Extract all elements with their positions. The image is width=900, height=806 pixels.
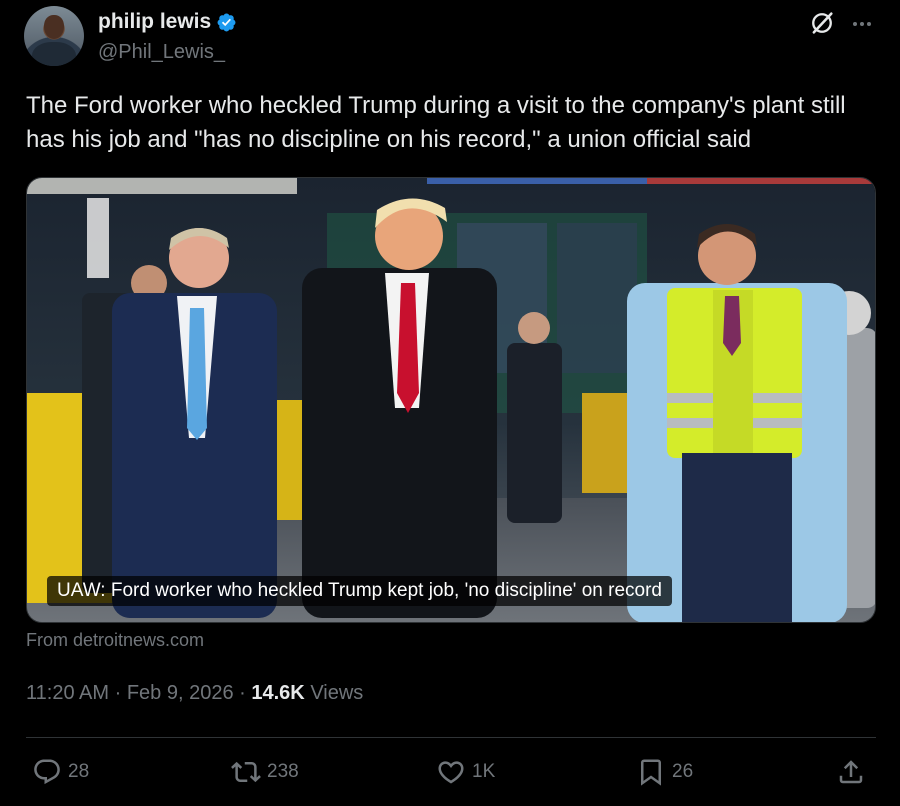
reply-icon	[34, 759, 60, 785]
repost-button[interactable]: 238	[231, 754, 299, 790]
tweet-meta: 11:20 AM · Feb 9, 2026 · 14.6K Views	[26, 682, 363, 705]
bookmark-button[interactable]: 26	[636, 754, 693, 790]
handle[interactable]: @Phil_Lewis_	[98, 41, 225, 64]
media-image[interactable]: UAW: Ford worker who heckled Trump kept …	[26, 177, 876, 623]
divider	[26, 737, 876, 738]
like-count: 1K	[472, 761, 496, 782]
grok-icon[interactable]	[808, 9, 836, 37]
tweet-date[interactable]: Feb 9, 2026	[127, 682, 234, 704]
verified-badge-icon	[217, 13, 236, 31]
share-button[interactable]	[836, 754, 866, 790]
display-name[interactable]: philip lewis	[98, 10, 211, 34]
bookmark-count: 26	[672, 761, 694, 782]
action-bar: 28 238 1K 26	[26, 754, 876, 790]
share-icon	[839, 760, 863, 784]
source-link[interactable]: From detroitnews.com	[26, 630, 204, 651]
repost-count: 238	[267, 761, 299, 782]
name-row: philip lewis	[98, 10, 237, 34]
tweet-header: philip lewis @Phil_Lewis_	[24, 6, 876, 70]
views-count: 14.6K	[251, 682, 305, 704]
tweet-time[interactable]: 11:20 AM	[26, 682, 109, 704]
media-caption: UAW: Ford worker who heckled Trump kept …	[47, 576, 672, 606]
views-label: Views	[310, 682, 364, 704]
like-button[interactable]: 1K	[436, 754, 495, 790]
reply-button[interactable]: 28	[32, 754, 89, 790]
meta-separator: ·	[239, 682, 246, 704]
meta-separator: ·	[114, 682, 122, 704]
avatar-shirt	[32, 42, 76, 66]
photo-illustration	[27, 178, 875, 622]
reply-count: 28	[68, 761, 90, 782]
more-options-icon[interactable]	[848, 10, 876, 38]
repost-icon	[231, 761, 261, 783]
bookmark-icon	[641, 759, 661, 786]
avatar[interactable]	[24, 6, 84, 66]
avatar-face	[44, 15, 64, 39]
like-icon	[438, 761, 464, 784]
tweet-text: The Ford worker who heckled Trump during…	[26, 92, 846, 153]
